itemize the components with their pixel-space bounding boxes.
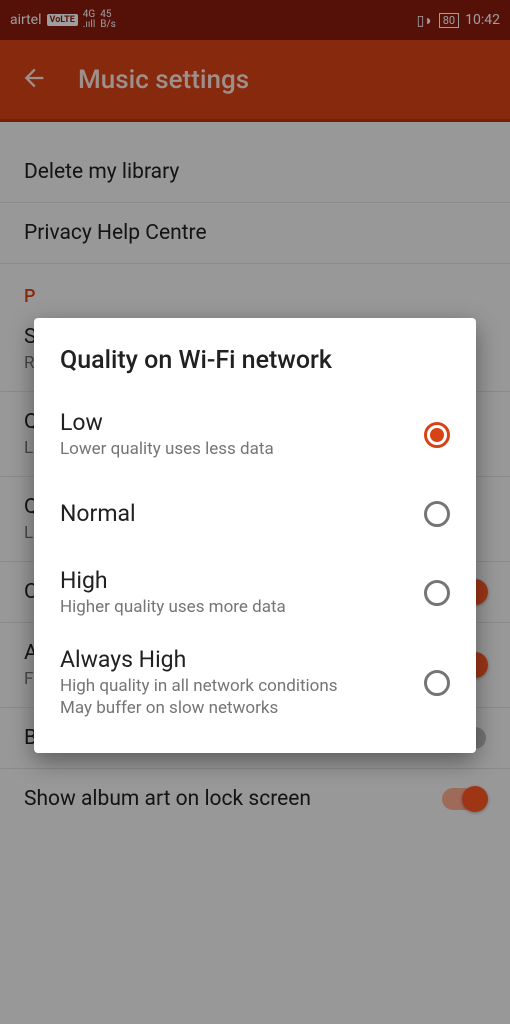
option-high[interactable]: High Higher quality uses more data xyxy=(34,553,476,632)
option-label: Low xyxy=(60,409,424,436)
option-normal[interactable]: Normal xyxy=(34,474,476,553)
radio-icon[interactable] xyxy=(424,670,450,696)
radio-icon[interactable] xyxy=(424,501,450,527)
dialog-title: Quality on Wi-Fi network xyxy=(34,346,476,395)
option-sub: Higher quality uses more data xyxy=(60,596,424,618)
option-sub: High quality in all network conditions M… xyxy=(60,675,424,719)
option-sub: Lower quality uses less data xyxy=(60,438,424,460)
quality-dialog: Quality on Wi-Fi network Low Lower quali… xyxy=(34,318,476,753)
radio-icon[interactable] xyxy=(424,422,450,448)
option-always-high[interactable]: Always High High quality in all network … xyxy=(34,632,476,733)
option-label: High xyxy=(60,567,424,594)
option-low[interactable]: Low Lower quality uses less data xyxy=(34,395,476,474)
option-label: Always High xyxy=(60,646,424,673)
option-label: Normal xyxy=(60,500,424,527)
radio-icon[interactable] xyxy=(424,580,450,606)
